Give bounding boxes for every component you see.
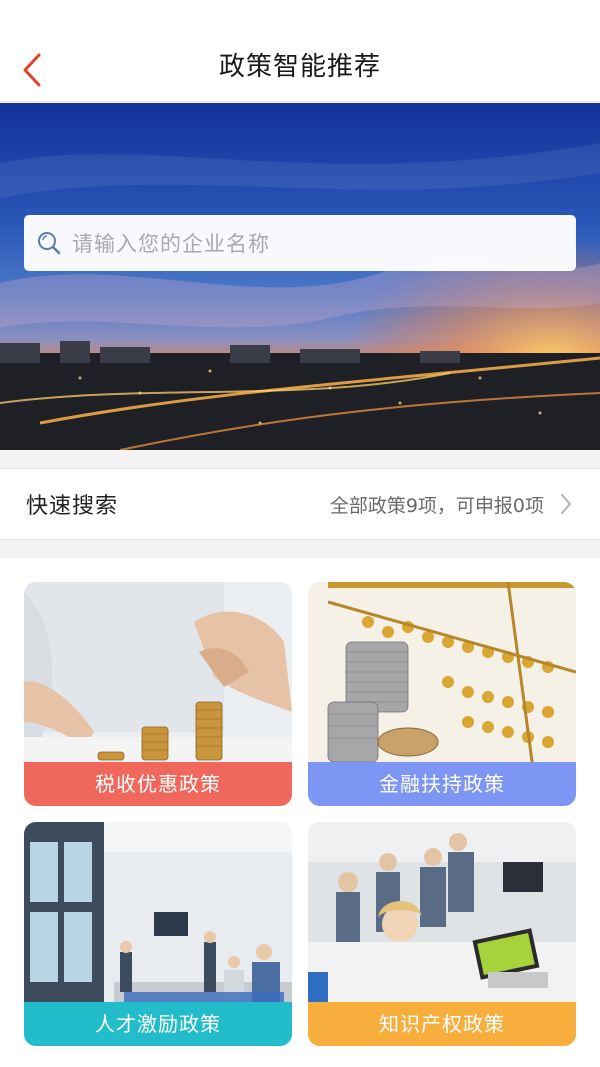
category-label-tax: 税收优惠政策 <box>24 762 292 806</box>
quick-search-summary-group: 全部政策9项，可申报0项 <box>330 491 572 518</box>
policy-category-grid: 税收优惠政策 金融扶持政策 人才激励政策 知识产权政策 <box>0 558 600 1067</box>
category-label-talent: 人才激励政策 <box>24 1002 292 1046</box>
chevron-right-icon <box>561 494 571 514</box>
search-placeholder: 请输入您的企业名称 <box>72 232 270 256</box>
search-icon <box>38 232 61 255</box>
city-night-image <box>0 103 600 450</box>
policy-count-summary: 全部政策9项，可申报0项 <box>329 494 544 517</box>
hero-banner: 请输入您的企业名称 <box>0 103 600 450</box>
quick-search-title: 快速搜索 <box>26 494 119 519</box>
company-search-input[interactable]: 请输入您的企业名称 <box>24 215 576 271</box>
nav-bar: 政策智能推荐 <box>0 0 600 102</box>
app-screen: 政策智能推荐 请输入您的企业名称 快速搜索 全部政策9项，可申报0项 税收优惠政… <box>0 0 600 1067</box>
page-title: 政策智能推荐 <box>218 52 381 82</box>
category-card-finance[interactable]: 金融扶持政策 <box>308 582 576 806</box>
category-card-talent[interactable]: 人才激励政策 <box>24 822 292 1046</box>
category-label-ip: 知识产权政策 <box>308 1002 576 1046</box>
category-label-finance: 金融扶持政策 <box>308 762 576 806</box>
category-card-ip[interactable]: 知识产权政策 <box>308 822 576 1046</box>
category-card-tax[interactable]: 税收优惠政策 <box>24 582 292 806</box>
quick-search-row[interactable]: 快速搜索 全部政策9项，可申报0项 <box>0 468 600 540</box>
